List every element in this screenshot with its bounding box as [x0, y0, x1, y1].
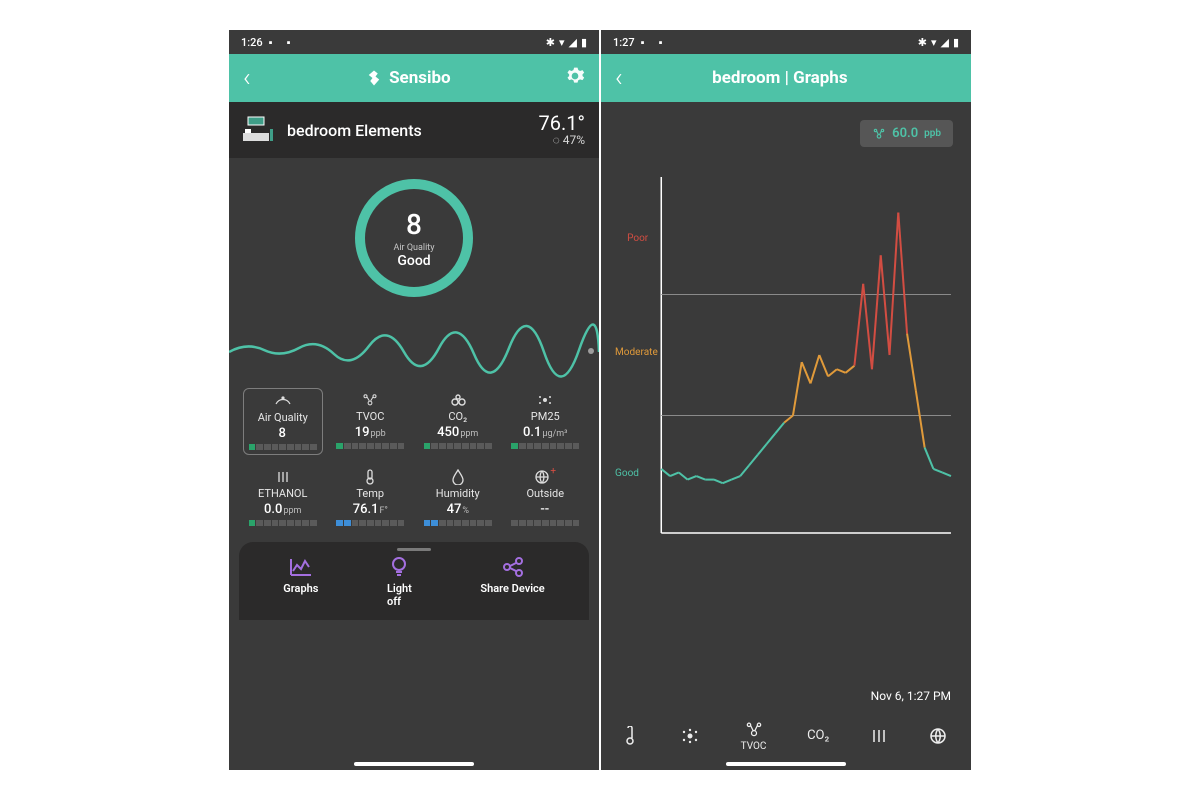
app-header: ‹ bedroom | Graphs	[601, 54, 971, 102]
wifi-icon: ▾	[559, 36, 565, 49]
aq-label: Air Quality	[394, 243, 435, 253]
room-icon	[243, 113, 277, 147]
aq-quality: Good	[397, 253, 430, 269]
graphs-icon	[289, 556, 313, 578]
metric-icon	[361, 392, 379, 408]
graphs-screen: 1:27 ▪ ▪ ✱ ▾ ◢ ▮ ‹ bedroom | Graphs 60.0…	[601, 30, 971, 770]
metric-icon	[274, 393, 292, 409]
signal-icon: ◢	[940, 36, 948, 49]
room-humidity: ◌ 47%	[539, 134, 585, 147]
tab-co2[interactable]: CO₂	[807, 726, 829, 746]
tab-temp[interactable]	[625, 726, 639, 746]
air-quality-ring[interactable]: 8 Air Quality Good	[355, 179, 473, 297]
bluetooth-icon: ✱	[546, 36, 555, 49]
back-button[interactable]: ‹	[243, 63, 251, 93]
home-indicator[interactable]	[726, 762, 846, 766]
tab-tvoc[interactable]: TVOC	[741, 719, 767, 752]
level-bar	[249, 444, 317, 450]
tvoc-icon	[744, 719, 764, 739]
notif-icon: ▪	[641, 36, 653, 48]
co2-icon: CO₂	[807, 726, 829, 746]
metric-temp[interactable]: Temp76.1F°	[331, 465, 411, 530]
metric-icon: +	[534, 469, 556, 485]
svg-text:Good: Good	[615, 468, 639, 479]
metric-ethanol[interactable]: ETHANOL0.0ppm	[243, 465, 323, 530]
sparkline	[229, 318, 599, 378]
room-temp: 76.1°	[539, 112, 585, 134]
particles-icon	[680, 726, 700, 746]
metric-icon	[536, 392, 554, 408]
metric-icon	[449, 392, 467, 408]
statusbar: 1:26 ▪ ▪ ✱ ▾ ◢ ▮	[229, 30, 599, 54]
metrics-grid: Air Quality8TVOC19ppbCO₂450ppmPM250.1µg/…	[229, 378, 599, 532]
wifi-icon: ▾	[931, 36, 937, 49]
home-screen: 1:26 ▪ ▪ ✱ ▾ ◢ ▮ ‹ Sensibo bedroom Eleme…	[229, 30, 599, 770]
svg-text:Moderate: Moderate	[615, 347, 658, 358]
metric-air-quality[interactable]: Air Quality8	[243, 388, 323, 455]
app-title: Sensibo	[365, 68, 451, 88]
metric-co-[interactable]: CO₂450ppm	[418, 388, 498, 455]
metric-icon	[452, 469, 464, 485]
notif-icon: ▪	[659, 36, 671, 48]
level-bar	[336, 520, 404, 526]
metric-tvoc[interactable]: TVOC19ppb	[331, 388, 411, 455]
level-bar	[511, 443, 579, 449]
statusbar: 1:27 ▪ ▪ ✱ ▾ ◢ ▮	[601, 30, 971, 54]
svg-text:Poor: Poor	[627, 233, 649, 244]
level-bar	[336, 443, 404, 449]
gear-icon	[565, 66, 585, 86]
tvoc-icon	[872, 127, 886, 141]
share-button[interactable]: Share Device	[480, 556, 544, 608]
graph-metric-tabs: TVOC CO₂	[601, 703, 971, 770]
status-time: 1:27	[613, 36, 635, 49]
metric-icon	[276, 469, 290, 485]
bluetooth-icon: ✱	[918, 36, 927, 49]
back-button[interactable]: ‹	[615, 63, 623, 93]
metric-icon	[365, 469, 375, 485]
level-bar	[424, 520, 492, 526]
tab-ethanol[interactable]	[870, 726, 888, 746]
notif-icon: ▪	[287, 36, 299, 48]
graphs-button[interactable]: Graphs	[283, 556, 318, 608]
tab-outside[interactable]	[929, 726, 947, 746]
status-time: 1:26	[241, 36, 263, 49]
battery-icon: ▮	[581, 36, 587, 49]
globe-icon	[929, 726, 947, 746]
share-icon	[502, 556, 524, 578]
value-chip[interactable]: 60.0ppb	[860, 120, 953, 147]
home-indicator[interactable]	[354, 762, 474, 766]
aq-value: 8	[406, 208, 422, 241]
level-bar	[249, 520, 317, 526]
level-bar	[511, 520, 579, 526]
room-readout: 76.1° ◌ 47%	[539, 112, 585, 147]
room-header[interactable]: bedroom Elements 76.1° ◌ 47%	[229, 102, 599, 158]
battery-icon: ▮	[953, 36, 959, 49]
wave-icon	[870, 726, 888, 746]
metric-outside[interactable]: +Outside--	[506, 465, 586, 530]
notif-icon: ▪	[269, 36, 281, 48]
chart-timestamp: Nov 6, 1:27 PM	[601, 689, 951, 703]
page-title: bedroom | Graphs	[712, 68, 847, 88]
bottom-actions: Graphs Lightoff Share Device	[239, 542, 589, 620]
bulb-icon	[390, 556, 408, 578]
room-title: bedroom Elements	[287, 121, 529, 140]
chart[interactable]: Good Moderate Poor	[615, 167, 957, 685]
level-bar	[424, 443, 492, 449]
app-header: ‹ Sensibo	[229, 54, 599, 102]
tab-pm[interactable]	[680, 726, 700, 746]
metric-humidity[interactable]: Humidity47%	[418, 465, 498, 530]
metric-pm25[interactable]: PM250.1µg/m³	[506, 388, 586, 455]
logo-icon	[365, 69, 383, 87]
signal-icon: ◢	[568, 36, 576, 49]
light-button[interactable]: Lightoff	[387, 556, 412, 608]
settings-button[interactable]	[565, 66, 585, 90]
thermometer-icon	[625, 726, 639, 746]
